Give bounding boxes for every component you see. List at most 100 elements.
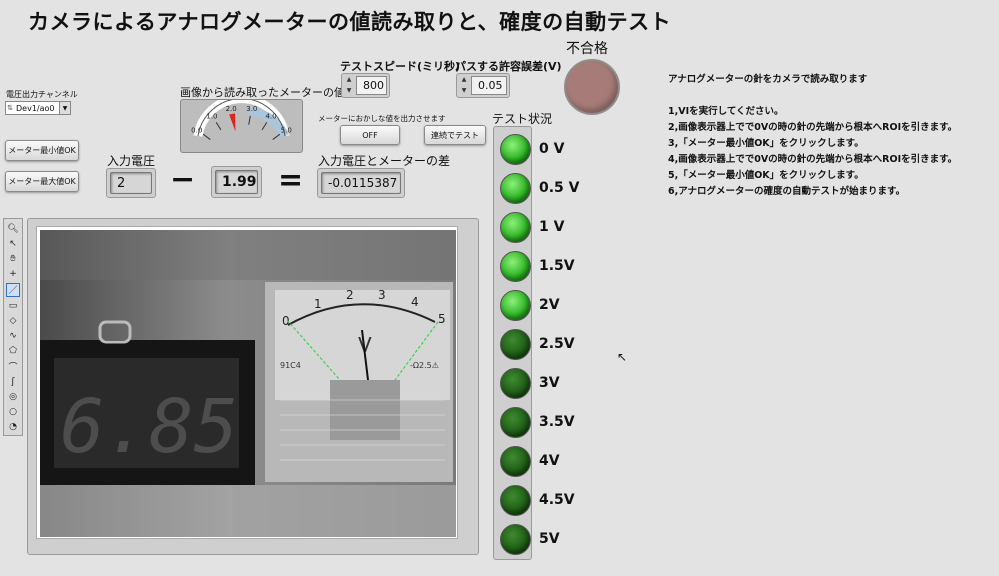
gauge-tick-label: 2.0 <box>226 105 237 113</box>
test-status-voltage-label: 5V <box>539 531 560 547</box>
svg-text:2: 2 <box>346 288 354 302</box>
channel-value: Dev1/ao0 <box>16 103 55 113</box>
instruction-step: 6,アナログメーターの確度の自動テストが始まります。 <box>668 186 906 197</box>
gauge-tick <box>215 121 222 131</box>
input-voltage-label: 入力電圧 <box>107 154 156 168</box>
meter-reading-value: 1.99 <box>215 170 258 194</box>
svg-text:1: 1 <box>314 297 322 311</box>
test-status-panel: 0 V 0.5 V 1 V 1.5V 2V 2.5V 3V 3.5V 4V 4.5V 5V <box>493 126 580 560</box>
difference-display: -0.0115387 <box>317 168 405 198</box>
abnormal-output-label: メーターにおかしな値を出力させます <box>318 114 446 123</box>
test-status-led <box>500 485 531 516</box>
digital-display-digits: 6.85 <box>60 384 238 470</box>
svg-text:4: 4 <box>411 295 419 309</box>
gauge-tick-label: 3.0 <box>246 105 257 113</box>
instructions-heading: アナログメーターの針をカメラで読み取ります <box>668 74 868 85</box>
minus-symbol: − <box>170 162 196 197</box>
input-voltage-display: 2 <box>106 168 156 198</box>
continuous-test-button[interactable]: 連続でテスト <box>424 125 486 145</box>
test-status-led <box>500 368 531 399</box>
test-status-led <box>500 212 531 243</box>
pointer-icon[interactable]: ↖ <box>6 237 20 250</box>
test-speed-value[interactable]: 800 <box>356 76 387 95</box>
test-status-label: テスト状況 <box>492 112 553 126</box>
pan-icon[interactable]: ✋︎ <box>6 252 20 265</box>
meter-min-ok-button[interactable]: メーター最小値OK <box>5 140 79 161</box>
meter-reading-display: 1.99 <box>211 166 262 198</box>
oval-icon[interactable]: ○ <box>6 406 20 419</box>
camera-image: 0 1 2 3 4 5 V 91C4 -Ω2.5⚠ 6.85 <box>40 230 456 537</box>
test-status-voltage-label: 2.5V <box>539 336 575 352</box>
test-status-led <box>500 446 531 477</box>
instruction-step: 5,「メーター最小値OK」をクリックします。 <box>668 170 864 181</box>
difference-value: -0.0115387 <box>321 172 401 194</box>
gauge-tick-label: 1.0 <box>206 112 217 120</box>
freehand-icon[interactable]: ʃ <box>6 375 20 388</box>
svg-text:5: 5 <box>438 312 446 326</box>
test-speed-label: テストスピード(ミリ秒) <box>340 60 461 73</box>
rectangle-icon[interactable]: ▭ <box>6 299 20 312</box>
test-status-led <box>500 524 531 555</box>
image-display[interactable]: 0 1 2 3 4 5 V 91C4 -Ω2.5⚠ 6.85 <box>36 226 458 539</box>
annulus-icon[interactable]: ◎ <box>6 390 20 403</box>
meter-max-ok-button[interactable]: メーター最大値OK <box>5 171 79 192</box>
instructions-steps: 1,VIを実行してください。 2,画像表示器上でで0Vの時の針の先端から根本へR… <box>668 104 957 200</box>
test-status-voltage-label: 0 V <box>539 141 565 157</box>
gauge-tick-label: 4.0 <box>265 112 276 120</box>
equals-symbol: = <box>278 163 304 198</box>
abnormal-output-toggle[interactable]: OFF <box>340 125 400 145</box>
test-status-voltage-label: 4V <box>539 453 560 469</box>
gauge-tick <box>272 133 281 140</box>
arc-icon[interactable]: ◔ <box>6 421 20 434</box>
test-status-voltage-label: 2V <box>539 297 560 313</box>
gauge-needle <box>229 113 236 132</box>
chevron-down-icon[interactable]: ▼ <box>59 102 70 114</box>
instruction-step: 3,「メーター最小値OK」をクリックします。 <box>668 138 864 149</box>
polygon-icon[interactable]: ⬠ <box>6 345 20 358</box>
gauge-tick-label: 5.0 <box>281 126 292 134</box>
fail-label: 不合格 <box>566 41 608 57</box>
gauge-label: 画像から読み取ったメーターの値 <box>180 86 345 99</box>
channel-select[interactable]: ⇅ Dev1/ao0 ▼ <box>5 101 71 115</box>
image-display-frame: 0 1 2 3 4 5 V 91C4 -Ω2.5⚠ 6.85 <box>27 218 479 555</box>
test-speed-control[interactable]: ▲ ▼ 800 <box>341 73 390 98</box>
difference-label: 入力電圧とメーターの差 <box>318 154 451 168</box>
gauge-tick-label: 0.0 <box>191 126 202 134</box>
test-status-voltage-label: 0.5 V <box>539 180 580 196</box>
io-icon: ⇅ <box>7 104 13 112</box>
polyline-icon[interactable]: ⌒ <box>6 360 20 373</box>
test-status-led <box>500 251 531 282</box>
test-status-voltage-label: 1.5V <box>539 258 575 274</box>
test-status-voltage-label: 1 V <box>539 219 565 235</box>
instruction-step: 1,VIを実行してください。 <box>668 106 784 117</box>
rotated-rect-icon[interactable]: ◇ <box>6 314 20 327</box>
page-title: カメラによるアナログメーターの値読み取りと、確度の自動テスト <box>28 10 672 34</box>
test-status-voltage-label: 3.5V <box>539 414 575 430</box>
gauge-svg: 0.0 1.0 2.0 3.0 4.0 5.0 <box>191 94 292 140</box>
test-status-led <box>500 290 531 321</box>
spinner-icon[interactable]: ▲ ▼ <box>459 76 469 95</box>
zoom-icon[interactable]: 🔍︎ <box>6 222 20 235</box>
gauge-tick <box>248 115 251 125</box>
test-status-led <box>500 407 531 438</box>
spinner-icon[interactable]: ▲ ▼ <box>344 76 354 95</box>
freeline-icon[interactable]: ∿ <box>6 329 20 342</box>
instruction-step: 2,画像表示器上でで0Vの時の針の先端から根本へROIを引きます。 <box>668 122 958 133</box>
fail-indicator <box>564 59 620 115</box>
test-status-led <box>500 329 531 360</box>
meter-code: 91C4 <box>280 361 301 370</box>
crosshair-icon[interactable]: + <box>6 268 20 281</box>
test-status-voltage-label: 3V <box>539 375 560 391</box>
instruction-step: 4,画像表示器上でで0Vの時の針の先端から根本へROIを引きます。 <box>668 154 958 165</box>
test-status-led <box>500 134 531 165</box>
mouse-cursor-icon: ↖ <box>617 350 628 364</box>
input-voltage-value: 2 <box>110 172 152 194</box>
tolerance-value[interactable]: 0.05 <box>471 76 507 95</box>
meter-class: -Ω2.5⚠ <box>410 361 439 370</box>
tolerance-control[interactable]: ▲ ▼ 0.05 <box>456 73 510 98</box>
gauge-tick <box>261 121 268 131</box>
tolerance-label: パスする許容誤差(V) <box>455 60 562 73</box>
channel-label: 電圧出力チャンネル <box>6 90 78 99</box>
line-icon[interactable]: ／ <box>6 282 20 297</box>
meter-gauge: 0.0 1.0 2.0 3.0 4.0 5.0 <box>180 94 303 153</box>
